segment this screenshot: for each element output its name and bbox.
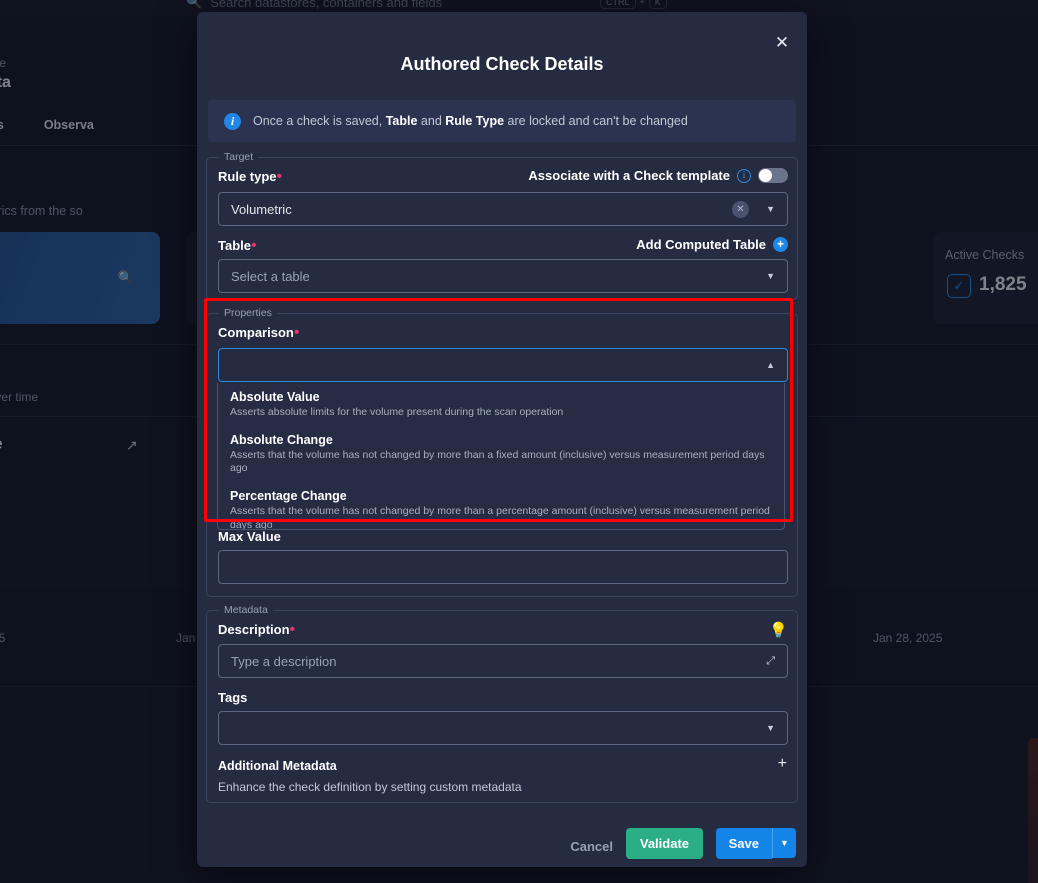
comparison-select[interactable]: ▲ [218, 348, 788, 382]
max-value-input[interactable] [218, 550, 788, 584]
option-name: Absolute Change [230, 433, 333, 448]
metadata-fieldset: Metadata Description• 💡 Type a descripti… [206, 604, 799, 803]
comparison-row: Comparison• [207, 324, 799, 342]
add-computed-table-action[interactable]: Add Computed Table + [636, 237, 788, 252]
tags-label: Tags [218, 690, 248, 705]
associate-template-toggle[interactable] [758, 168, 788, 183]
clear-circle-icon[interactable]: ✕ [732, 200, 749, 218]
max-value-row: Max Value [207, 528, 799, 546]
add-computed-table-label: Add Computed Table [636, 237, 766, 252]
plus-icon[interactable]: + [778, 755, 787, 773]
additional-metadata-row: Additional Metadata + [207, 755, 799, 775]
description-label: Description [218, 622, 290, 637]
locked-fields-banner-text: Once a check is saved, Table and Rule Ty… [253, 114, 688, 128]
rule-type-select[interactable]: Volumetric ✕ ▼ [218, 192, 788, 226]
option-name: Percentage Change [230, 489, 347, 504]
rule-type-row: Rule type• Associate with a Check templa… [207, 168, 799, 186]
save-options-caret[interactable]: ▼ [772, 828, 796, 858]
option-description: Asserts that the volume has not changed … [230, 505, 770, 530]
required-marker: • [251, 236, 257, 254]
option-description: Asserts that the volume has not changed … [230, 449, 765, 475]
locked-fields-banner: i Once a check is saved, Table and Rule … [208, 100, 796, 142]
additional-metadata-subtitle: Enhance the check definition by setting … [218, 780, 522, 794]
lightbulb-icon[interactable]: 💡 [769, 621, 788, 639]
banner-bold-rule-type: Rule Type [445, 114, 505, 128]
additional-metadata-sub-row: Enhance the check definition by setting … [207, 778, 799, 796]
metadata-legend: Metadata [219, 604, 273, 616]
associate-template-control: Associate with a Check template i [528, 168, 788, 183]
tags-row: Tags [207, 689, 799, 707]
modal-title: Authored Check Details [400, 54, 604, 74]
required-marker: • [293, 323, 300, 341]
validate-button[interactable]: Validate [625, 828, 703, 859]
required-marker: • [289, 620, 296, 638]
additional-metadata-title: Additional Metadata [218, 759, 337, 773]
table-select[interactable]: Select a table ▼ [218, 259, 788, 293]
cancel-button[interactable]: Cancel [566, 834, 617, 859]
option-name: Absolute Value [230, 390, 320, 404]
chevron-down-icon[interactable]: ▼ [766, 723, 775, 733]
required-marker: • [276, 167, 283, 185]
description-placeholder: Type a description [231, 653, 337, 669]
max-value-label: Max Value [218, 529, 281, 544]
properties-legend: Properties [219, 307, 277, 319]
description-row: Description• 💡 [207, 621, 799, 639]
plus-circle-icon[interactable]: + [773, 237, 788, 252]
option-description: Asserts absolute limits for the volume p… [230, 406, 564, 418]
tags-select[interactable]: ▼ [218, 711, 788, 745]
target-legend: Target [219, 151, 259, 163]
comparison-label: Comparison [218, 325, 294, 340]
target-fieldset: Target Rule type• Associate with a Check… [206, 151, 799, 300]
close-icon[interactable]: ✕ [771, 32, 793, 54]
info-circle-icon[interactable]: i [737, 168, 751, 183]
table-placeholder: Select a table [231, 268, 310, 284]
table-row: Table• Add Computed Table + [207, 237, 799, 255]
banner-middle: and [417, 114, 446, 128]
comparison-options-menu[interactable]: Absolute Value Asserts absolute limits f… [217, 383, 785, 530]
chevron-down-icon[interactable]: ▼ [766, 204, 775, 214]
table-label: Table [218, 238, 251, 253]
info-icon: i [224, 112, 241, 130]
banner-suffix: are locked and can't be changed [504, 114, 688, 128]
expand-icon[interactable]: ⤢ [766, 655, 775, 668]
comparison-option-absolute-value[interactable]: Absolute Value Asserts absolute limits f… [218, 383, 784, 426]
chevron-down-icon[interactable]: ▼ [766, 271, 775, 281]
screen-root: 🔍 Search datastores, containers and fiel… [0, 0, 1038, 883]
banner-prefix: Once a check is saved, [253, 114, 386, 128]
comparison-option-absolute-change[interactable]: Absolute Change Asserts that the volume … [218, 426, 784, 482]
chevron-up-icon[interactable]: ▲ [766, 360, 775, 370]
rule-type-label: Rule type [218, 169, 277, 184]
rule-type-value: Volumetric [231, 201, 292, 217]
description-input[interactable]: Type a description ⤢ [218, 644, 788, 678]
authored-check-details-modal: ✕ Authored Check Details i Once a check … [197, 12, 807, 867]
associate-template-label: Associate with a Check template [528, 168, 730, 183]
save-button[interactable]: Save [715, 828, 772, 859]
comparison-option-percentage-change[interactable]: Percentage Change Asserts that the volum… [218, 482, 784, 530]
modal-footer: Cancel Validate ▼ Save [197, 824, 807, 864]
banner-bold-table: Table [385, 114, 418, 128]
